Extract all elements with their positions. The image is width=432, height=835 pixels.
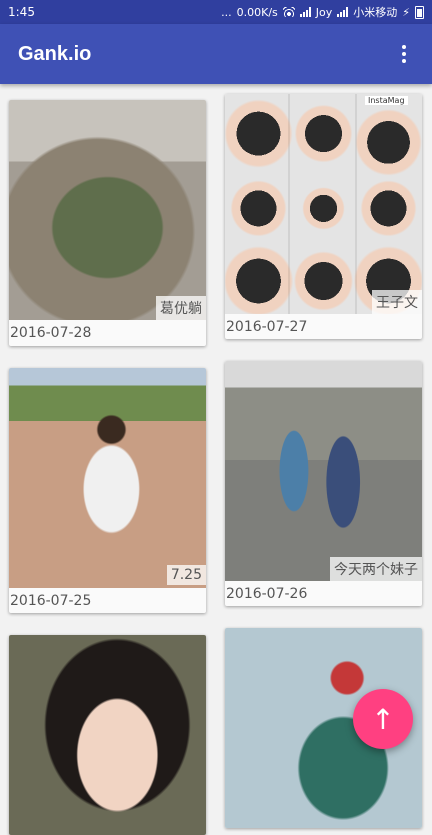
photo-card[interactable] (9, 635, 206, 835)
status-time: 1:45 (8, 5, 35, 19)
photo-image (9, 368, 206, 588)
photo-image (225, 94, 422, 314)
status-dots: ... (221, 5, 232, 19)
photo-date: 2016-07-25 (10, 593, 92, 609)
signal-icon (299, 7, 311, 17)
photo-date: 2016-07-27 (226, 319, 308, 335)
battery-icon (415, 5, 424, 19)
photo-tag: 王子文 (372, 290, 422, 314)
photo-date: 2016-07-28 (10, 325, 92, 341)
scroll-to-top-button[interactable]: ↑ (353, 689, 413, 749)
photo-date: 2016-07-26 (226, 586, 308, 602)
network-speed: 0.00K/s (236, 5, 278, 19)
photo-watermark: InstaMag (365, 96, 408, 105)
arrow-up-icon: ↑ (371, 702, 395, 736)
photo-image (9, 635, 206, 835)
photo-image (9, 100, 206, 320)
app-bar: Gank.io (0, 24, 432, 84)
status-bar: 1:45 ... 0.00K/s Joy 小米移动 ⚡ (0, 0, 432, 24)
status-indicators: ... 0.00K/s Joy 小米移动 ⚡ (221, 4, 424, 20)
signal-icon-2 (337, 7, 349, 17)
photo-card[interactable]: 今天两个妹子 2016-07-26 (225, 361, 422, 606)
photo-image (225, 361, 422, 581)
photo-card[interactable]: 葛优躺 2016-07-28 (9, 100, 206, 346)
charging-icon: ⚡ (402, 5, 410, 19)
carrier-1: Joy (315, 5, 333, 19)
carrier-2: 小米移动 (353, 6, 398, 19)
app-title: Gank.io (18, 42, 92, 65)
photo-tag: 今天两个妹子 (330, 557, 422, 581)
photo-tag: 7.25 (166, 565, 206, 585)
photo-card[interactable]: 7.25 2016-07-25 (9, 368, 206, 613)
photo-card[interactable]: InstaMag 王子文 2016-07-27 (225, 94, 422, 339)
photo-tag: 葛优躺 (156, 296, 206, 320)
more-vert-icon[interactable] (394, 45, 414, 63)
wifi-icon (283, 7, 295, 17)
